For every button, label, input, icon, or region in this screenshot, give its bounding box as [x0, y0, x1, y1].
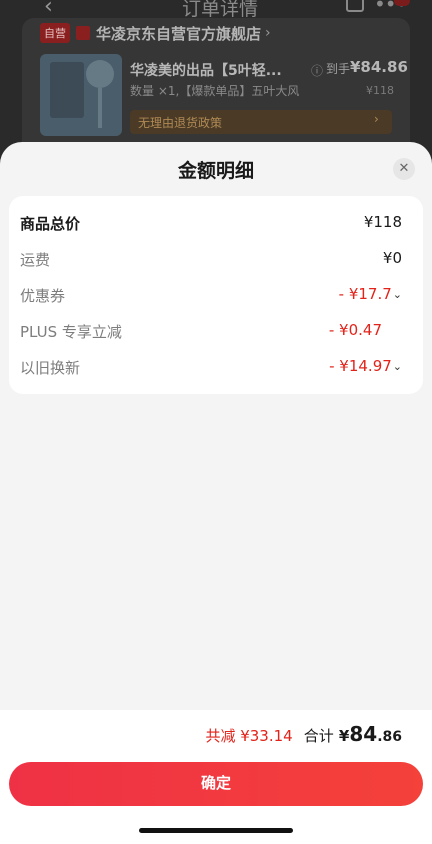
row-label: 优惠券	[20, 287, 66, 305]
total-integer: 84	[349, 722, 378, 746]
sheet-title: 金额明细	[177, 160, 254, 182]
chevron-right-icon: ›	[265, 25, 271, 41]
info-icon: ⓘ	[311, 64, 324, 78]
row-value-wrap: - ¥14.97⌄	[329, 357, 402, 375]
product-spec: 数量 ×1,【爆款单品】五叶大风	[130, 84, 300, 98]
total-label: 合计	[303, 727, 334, 745]
row-goods-total: 商品总价 ¥118	[20, 213, 402, 235]
home-indicator	[139, 828, 293, 833]
row-value: - ¥0.47	[328, 321, 382, 339]
share-icon	[346, 0, 364, 12]
confirm-button[interactable]: 确定	[9, 762, 423, 806]
row-shipping: 运费 ¥0	[20, 249, 402, 271]
close-icon[interactable]: ✕	[393, 158, 415, 180]
original-price: ¥118	[366, 84, 394, 97]
row-value: ¥118	[363, 213, 402, 231]
row-label: PLUS 专享立减	[20, 323, 122, 341]
total-summary: 共减 ¥33.14 合计 ¥84.86	[0, 722, 402, 746]
row-coupon[interactable]: 优惠券 - ¥17.7⌄	[20, 285, 402, 307]
total-currency: ¥	[338, 727, 350, 745]
row-label: 运费	[20, 251, 51, 269]
row-label: 以旧换新	[20, 359, 81, 377]
chevron-right-icon: ›	[374, 112, 379, 126]
row-value: - ¥14.97	[329, 357, 392, 375]
chevron-down-icon[interactable]: ⌄	[393, 360, 402, 373]
background-header: ‹ 订单详情 •••	[0, 0, 432, 20]
store-name: 华凌京东自营官方旗舰店	[96, 24, 262, 43]
row-value: - ¥17.7	[338, 285, 392, 303]
store-icon	[76, 26, 90, 40]
row-value: ¥0	[382, 249, 402, 267]
total-decimal: .86	[377, 729, 402, 745]
self-operated-badge: 自营	[40, 23, 70, 43]
product-box-image	[50, 62, 84, 118]
row-value-wrap: - ¥17.7⌄	[339, 285, 402, 303]
chevron-down-icon[interactable]: ⌄	[393, 288, 402, 301]
notification-badge	[394, 0, 410, 6]
fan-stand-image	[98, 88, 102, 128]
row-plus-discount: PLUS 专享立减 - ¥0.47	[20, 321, 402, 343]
row-label: 商品总价	[20, 215, 81, 233]
chevron-left-icon: ‹	[44, 0, 53, 19]
product-price: ¥84.86	[350, 58, 408, 76]
fan-head-image	[86, 60, 114, 88]
total-saved: 共减 ¥33.14	[205, 727, 293, 745]
product-name: 华凌美的出品【5叶轻...	[130, 63, 282, 79]
row-trade-in[interactable]: 以旧换新 - ¥14.97⌄	[20, 357, 402, 379]
return-policy-text: 无理由退货政策	[138, 116, 223, 130]
background-store-row: 自营 华凌京东自营官方旗舰店 ›	[40, 22, 271, 44]
price-prefix: 到手	[326, 62, 351, 76]
